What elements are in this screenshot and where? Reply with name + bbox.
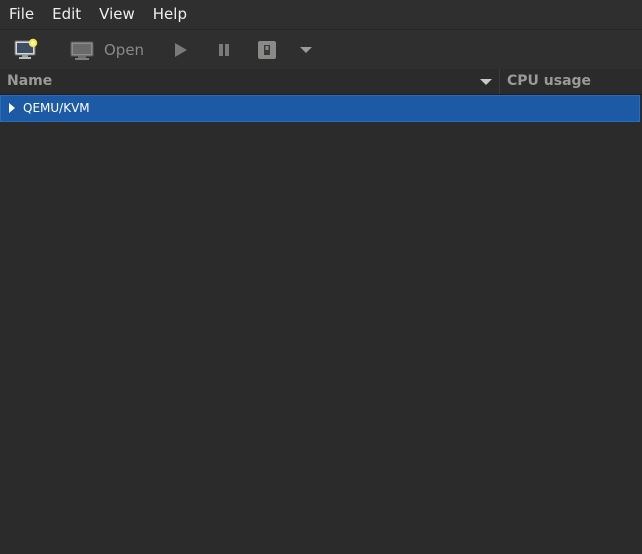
run-button[interactable]: [168, 30, 192, 70]
new-vm-button[interactable]: [10, 30, 42, 70]
pause-icon: [219, 44, 229, 56]
column-name-label: Name: [7, 73, 53, 89]
shutdown-button[interactable]: [255, 30, 279, 70]
column-cpu-label: CPU usage: [507, 73, 592, 89]
open-button[interactable]: Open: [70, 30, 150, 70]
play-icon: [175, 43, 187, 57]
virt-manager-window: File Edit View Help Open Name CPU usage …: [0, 0, 642, 554]
connection-row[interactable]: QEMU/KVM: [0, 95, 640, 122]
sort-descending-icon: [480, 79, 492, 85]
shutdown-menu-button[interactable]: [296, 30, 316, 70]
vm-list-header: Name CPU usage: [0, 69, 642, 95]
monitor-icon: [70, 41, 94, 60]
connection-label: QEMU/KVM: [23, 101, 90, 115]
toolbar: Open: [0, 29, 642, 69]
menu-edit[interactable]: Edit: [43, 0, 90, 29]
power-icon: [258, 41, 276, 59]
menubar: File Edit View Help: [0, 0, 642, 29]
chevron-down-icon: [300, 47, 312, 53]
new-vm-icon: [14, 38, 38, 59]
expander-arrow-icon[interactable]: [9, 103, 15, 113]
column-header-name[interactable]: Name: [0, 69, 500, 94]
column-header-cpu[interactable]: CPU usage: [500, 69, 642, 94]
menu-view[interactable]: View: [90, 0, 144, 29]
menu-help[interactable]: Help: [144, 0, 196, 29]
open-label: Open: [104, 41, 145, 59]
menu-file[interactable]: File: [0, 0, 43, 29]
pause-button[interactable]: [212, 30, 236, 70]
